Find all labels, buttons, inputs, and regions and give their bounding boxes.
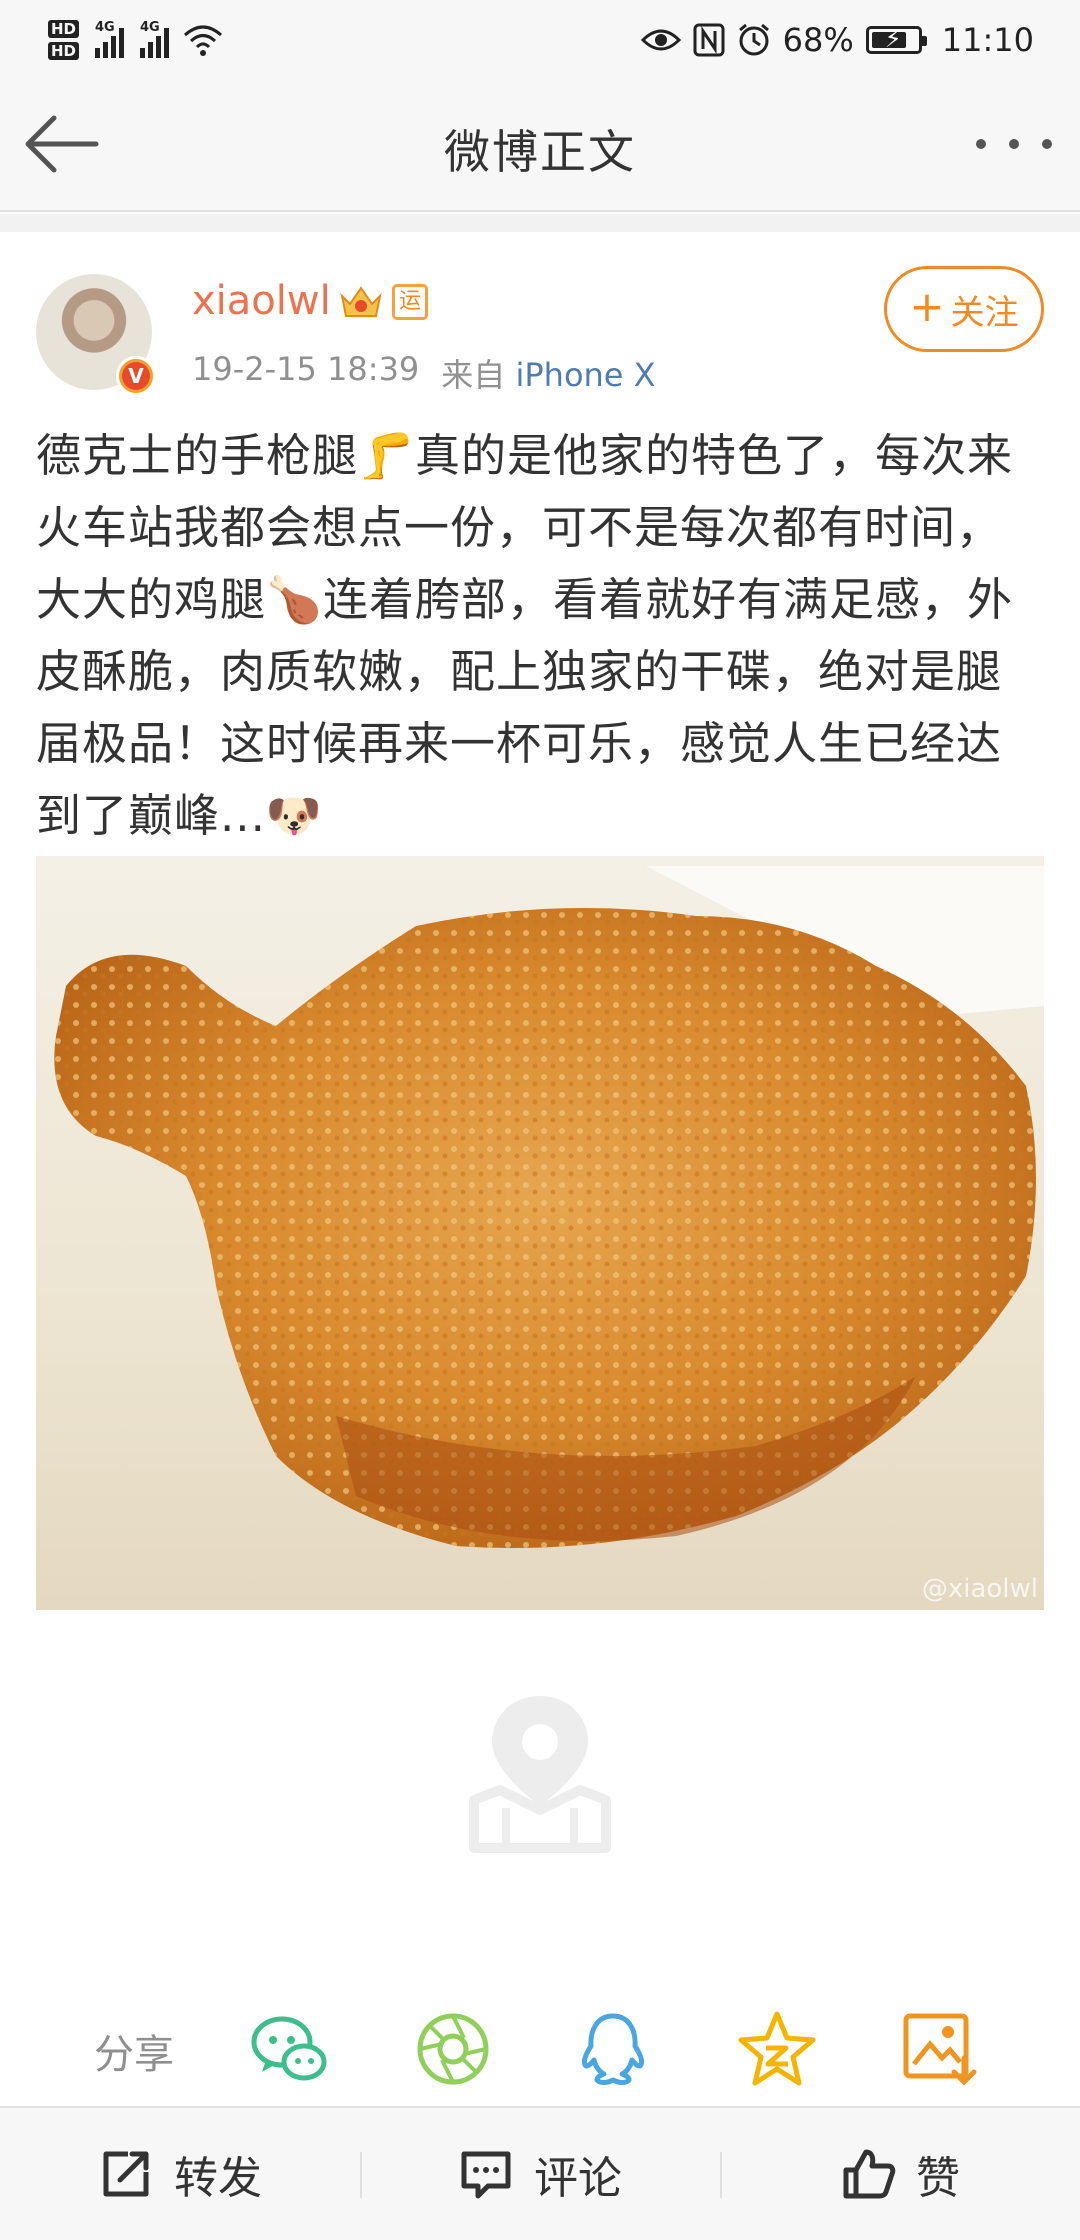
doge-emoji-icon: 🐶 <box>265 789 323 842</box>
comment-label: 评论 <box>534 2153 622 2204</box>
status-left: HD HD 4G 4G <box>48 10 223 70</box>
plus-icon: + <box>909 282 945 331</box>
battery-icon: ⚡ <box>865 25 927 54</box>
nfc-icon <box>693 23 725 57</box>
page-title: 微博正文 <box>444 125 636 179</box>
comment-button[interactable]: 评论 <box>360 2108 720 2240</box>
username[interactable]: xiaolwl <box>192 278 331 324</box>
moments-icon[interactable] <box>412 2008 494 2090</box>
signal1-label: 4G <box>95 20 115 35</box>
follow-button[interactable]: + 关注 <box>884 266 1044 352</box>
bottom-action-bar: 转发 评论 赞 <box>0 2106 1080 2240</box>
save-image-icon[interactable] <box>898 2008 980 2090</box>
fried-chicken-image <box>54 866 1044 1548</box>
post-photo[interactable]: @xiaolwl <box>36 856 1044 1610</box>
signal-icon-2: 4G <box>140 20 170 58</box>
share-row: 分享 <box>0 1998 1080 2108</box>
leg-emoji-icon: 🦵 <box>358 429 416 482</box>
yun-badge-icon[interactable]: 运 <box>392 284 428 320</box>
source-link[interactable]: iPhone X <box>515 356 655 394</box>
post-time: 19-2-15 18:39 <box>192 350 420 388</box>
status-bar: HD HD 4G 4G 68% ⚡ 11:10 <box>0 0 1080 76</box>
avatar[interactable]: V <box>36 274 156 396</box>
repost-button[interactable]: 转发 <box>0 2108 360 2240</box>
thumbs-up-icon <box>843 2149 896 2199</box>
location-map-icon[interactable] <box>466 1690 614 1854</box>
comment-icon <box>461 2151 511 2199</box>
section-divider <box>0 214 1080 232</box>
battery-percent: 68% <box>782 21 854 59</box>
signal2-label: 4G <box>140 20 160 35</box>
wechat-icon[interactable] <box>248 2008 330 2090</box>
top-nav-bar: 微博正文 <box>0 76 1080 212</box>
drumstick-emoji-icon: 🍗 <box>266 573 324 626</box>
status-right: 68% ⚡ 11:10 <box>640 10 1034 70</box>
verified-badge-icon: V <box>116 356 156 396</box>
photo-watermark: @xiaolwl <box>921 1574 1038 1604</box>
crown-vip-icon[interactable] <box>338 282 384 322</box>
qq-icon[interactable] <box>572 2008 654 2090</box>
follow-label: 关注 <box>950 292 1019 333</box>
qzone-icon[interactable] <box>736 2008 818 2090</box>
hd1-label: HD <box>48 20 80 38</box>
share-label: 分享 <box>94 2032 174 2078</box>
like-button[interactable]: 赞 <box>720 2108 1080 2240</box>
hd-indicators: HD HD <box>48 20 80 60</box>
post-body-text: 德克士的手枪腿🦵真的是他家的特色了，每次来火车站我都会想点一份，可不是每次都有时… <box>36 429 1014 842</box>
repost-label: 转发 <box>174 2153 262 2204</box>
more-options-icon[interactable] <box>976 134 1052 154</box>
post-source: 来自 iPhone X <box>441 356 656 394</box>
clock-time: 11:10 <box>941 21 1034 59</box>
like-label: 赞 <box>916 2153 960 2204</box>
post-meta: 19-2-15 18:39 来自 iPhone X <box>192 350 656 396</box>
wifi-icon <box>184 25 223 56</box>
eye-comfort-icon <box>640 29 681 51</box>
hd2-label: HD <box>48 42 80 60</box>
repost-icon <box>103 2151 149 2197</box>
alarm-icon <box>738 23 769 56</box>
signal-icon-1: 4G <box>95 20 125 58</box>
